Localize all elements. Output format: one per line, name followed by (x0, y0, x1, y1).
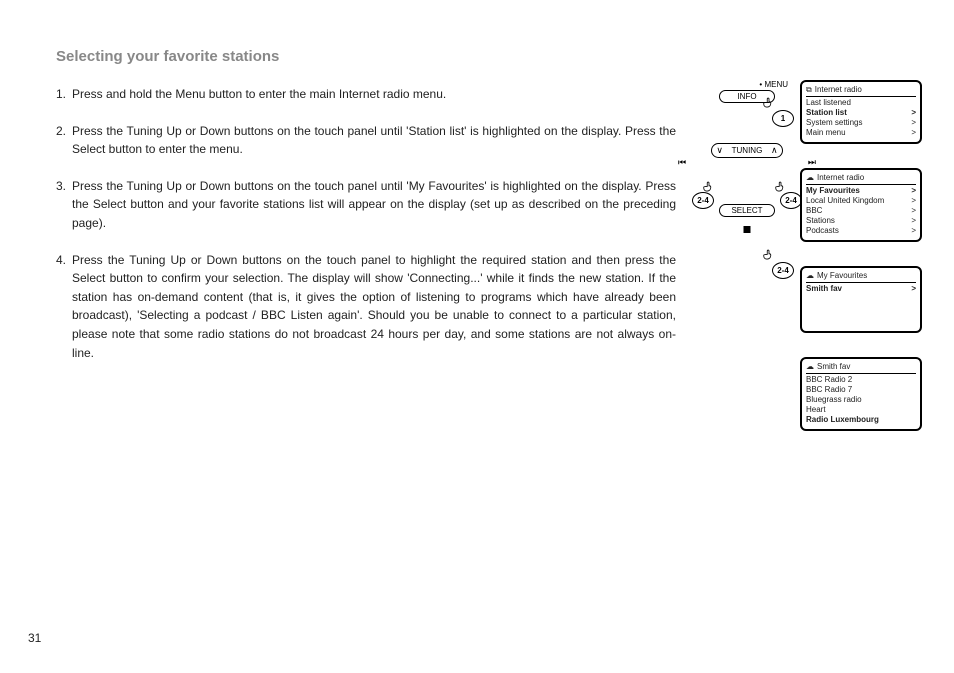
screen-row-label: Station list (806, 108, 847, 118)
select-button: SELECT (719, 204, 775, 217)
screen-title-icon: ☁ (806, 362, 814, 372)
screen-row-arrow: > (911, 108, 916, 118)
screen-row-label: Bluegrass radio (806, 395, 862, 405)
screen-row: Radio Luxembourg (806, 415, 916, 425)
screen-row-arrow: > (911, 196, 916, 206)
screen-row: My Favourites > (806, 186, 916, 196)
instruction-step: 3.Press the Tuning Up or Down buttons on… (56, 177, 676, 233)
display-screens: ⧉Internet radioLast listenedStation list… (800, 80, 922, 455)
screen-title: ☁Internet radio (806, 173, 916, 185)
screen-row-label: BBC (806, 206, 822, 216)
screen-row-arrow: > (911, 206, 916, 216)
step-bubble-24b: 2-4 (780, 192, 802, 209)
screen-row-label: Heart (806, 405, 826, 415)
up-arrow-icon: ∧ (771, 145, 778, 156)
step-number: 4. (56, 251, 72, 363)
screen-row-label: My Favourites (806, 186, 860, 196)
instruction-step: 4.Press the Tuning Up or Down buttons on… (56, 251, 676, 363)
screen-title-text: Internet radio (817, 173, 864, 183)
screen-row-label: System settings (806, 118, 862, 128)
section-heading: Selecting your favorite stations (56, 48, 926, 65)
screen-title-icon: ⧉ (806, 85, 812, 95)
instruction-list: 1.Press and hold the Menu button to ente… (56, 85, 676, 362)
screen-row-arrow: > (911, 284, 916, 294)
screen-row-arrow: > (911, 186, 916, 196)
screen-row-arrow: > (911, 128, 916, 138)
screen-row: Main menu > (806, 128, 916, 138)
screen-row: Stations > (806, 216, 916, 226)
step-bubble-1: 1 (772, 110, 794, 127)
screen-row-label: Radio Luxembourg (806, 415, 879, 425)
screen-row: Smith fav > (806, 284, 916, 294)
button-diagram: • MENU INFO 1 ⏮ ⏭ ∨ TUNING ∧ 2-4 (692, 80, 802, 217)
lcd-screen: ☁Internet radioMy Favourites>Local Unite… (800, 168, 922, 242)
screen-row: Heart (806, 405, 916, 415)
screen-row-arrow: > (911, 226, 916, 236)
screen-title-icon: ☁ (806, 271, 814, 281)
screen-row: System settings > (806, 118, 916, 128)
screen-row-label: Main menu (806, 128, 846, 138)
screen-row-label: Podcasts (806, 226, 839, 236)
screen-row-arrow: > (911, 118, 916, 128)
step-number: 3. (56, 177, 72, 233)
page-number: 31 (28, 631, 41, 645)
screen-row: Podcasts > (806, 226, 916, 236)
stop-icon (744, 226, 751, 233)
step-text: Press the Tuning Up or Down buttons on t… (72, 177, 676, 233)
screen-row: BBC > (806, 206, 916, 216)
screen-title-text: Internet radio (815, 85, 862, 95)
step-bubble-24a: 2-4 (692, 192, 714, 209)
screen-row: Station list > (806, 108, 916, 118)
skip-back-icon: ⏮ (678, 157, 686, 168)
step-number: 2. (56, 122, 72, 159)
screen-title: ☁My Favourites (806, 271, 916, 283)
screen-title: ☁Smith fav (806, 362, 916, 374)
step-number: 1. (56, 85, 72, 104)
screen-row-label: Smith fav (806, 284, 842, 294)
screen-title-text: My Favourites (817, 271, 867, 281)
lcd-screen: ☁Smith favBBC Radio 2BBC Radio 7Bluegras… (800, 357, 922, 431)
screen-title: ⧉Internet radio (806, 85, 916, 97)
hand-icon (762, 96, 776, 110)
screen-title-icon: ☁ (806, 173, 814, 183)
tuning-label: TUNING (732, 146, 763, 155)
screen-row: Last listened (806, 98, 916, 108)
step-text: Press and hold the Menu button to enter … (72, 85, 676, 104)
screen-row: BBC Radio 7 (806, 385, 916, 395)
screen-row-label: BBC Radio 7 (806, 385, 852, 395)
screen-row-label: BBC Radio 2 (806, 375, 852, 385)
screen-row: BBC Radio 2 (806, 375, 916, 385)
menu-label: • MENU (692, 80, 802, 89)
screen-row-label: Local United Kingdom (806, 196, 884, 206)
screen-row-label: Last listened (806, 98, 851, 108)
step-text: Press the Tuning Up or Down buttons on t… (72, 251, 676, 363)
step-bubble-24c: 2-4 (772, 262, 794, 279)
screen-row-arrow: > (911, 216, 916, 226)
step-text: Press the Tuning Up or Down buttons on t… (72, 122, 676, 159)
instruction-step: 2.Press the Tuning Up or Down buttons on… (56, 122, 676, 159)
hand-icon (762, 248, 776, 262)
screen-row: Bluegrass radio (806, 395, 916, 405)
tuning-button: ∨ TUNING ∧ (711, 143, 783, 158)
screen-row: Local United Kingdom > (806, 196, 916, 206)
screen-row-label: Stations (806, 216, 835, 226)
lcd-screen: ⧉Internet radioLast listenedStation list… (800, 80, 922, 144)
down-arrow-icon: ∨ (716, 145, 723, 156)
screen-title-text: Smith fav (817, 362, 850, 372)
lcd-screen: ☁My FavouritesSmith fav> (800, 266, 922, 333)
instruction-step: 1.Press and hold the Menu button to ente… (56, 85, 676, 104)
